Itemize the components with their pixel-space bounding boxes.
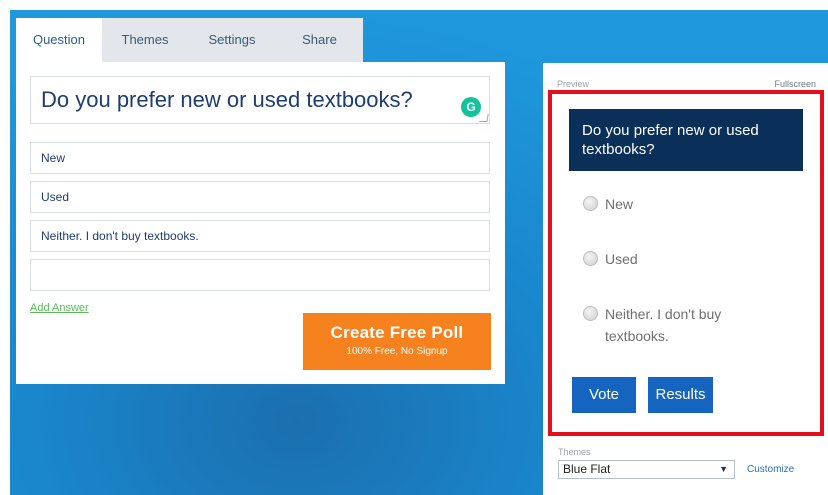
tab-share[interactable]: Share xyxy=(276,18,363,62)
preview-label: Preview xyxy=(557,79,590,89)
theme-select[interactable]: Blue Flat ▼ xyxy=(558,460,735,479)
radio-icon[interactable] xyxy=(583,196,598,211)
customize-link[interactable]: Customize xyxy=(747,464,794,475)
option-label: Used xyxy=(605,251,638,267)
answer-input-3[interactable]: Neither. I don't buy textbooks. xyxy=(30,220,490,252)
preview-panel: Preview Fullscreen Do you prefer new or … xyxy=(543,63,828,495)
preview-highlight-frame: Do you prefer new or used textbooks? New… xyxy=(548,90,824,436)
dropdown-arrow-icon: ▼ xyxy=(719,464,728,474)
themes-label: Themes xyxy=(558,447,591,457)
answer-input-4[interactable] xyxy=(30,259,490,291)
option-label: Neither. I don't buy textbooks. xyxy=(605,306,722,344)
create-free-poll-button[interactable]: Create Free Poll 100% Free, No Signup xyxy=(303,313,491,370)
vote-button[interactable]: Vote xyxy=(572,377,636,413)
create-button-title: Create Free Poll xyxy=(330,323,464,342)
question-text: Do you prefer new or used textbooks? xyxy=(41,87,413,112)
tab-themes[interactable]: Themes xyxy=(102,18,188,62)
answer-input-2[interactable]: Used xyxy=(30,181,490,213)
grammarly-icon[interactable]: G xyxy=(461,97,481,117)
resize-grip-icon[interactable] xyxy=(479,114,489,122)
add-answer-link[interactable]: Add Answer xyxy=(30,302,89,314)
tab-question[interactable]: Question xyxy=(16,18,102,62)
theme-selected-value: Blue Flat xyxy=(563,462,611,476)
poll-editor-panel: Do you prefer new or used textbooks? G N… xyxy=(16,62,505,384)
create-button-subtitle: 100% Free, No Signup xyxy=(346,346,448,357)
fullscreen-link[interactable]: Fullscreen xyxy=(774,79,816,89)
answer-input-1[interactable]: New xyxy=(30,142,490,174)
option-label: New xyxy=(605,196,634,212)
radio-icon[interactable] xyxy=(583,306,598,321)
radio-icon[interactable] xyxy=(583,251,598,266)
results-button[interactable]: Results xyxy=(648,377,713,413)
tab-settings[interactable]: Settings xyxy=(188,18,276,62)
poll-question-header: Do you prefer new or used textbooks? xyxy=(569,109,803,171)
question-input[interactable]: Do you prefer new or used textbooks? G xyxy=(30,76,490,124)
